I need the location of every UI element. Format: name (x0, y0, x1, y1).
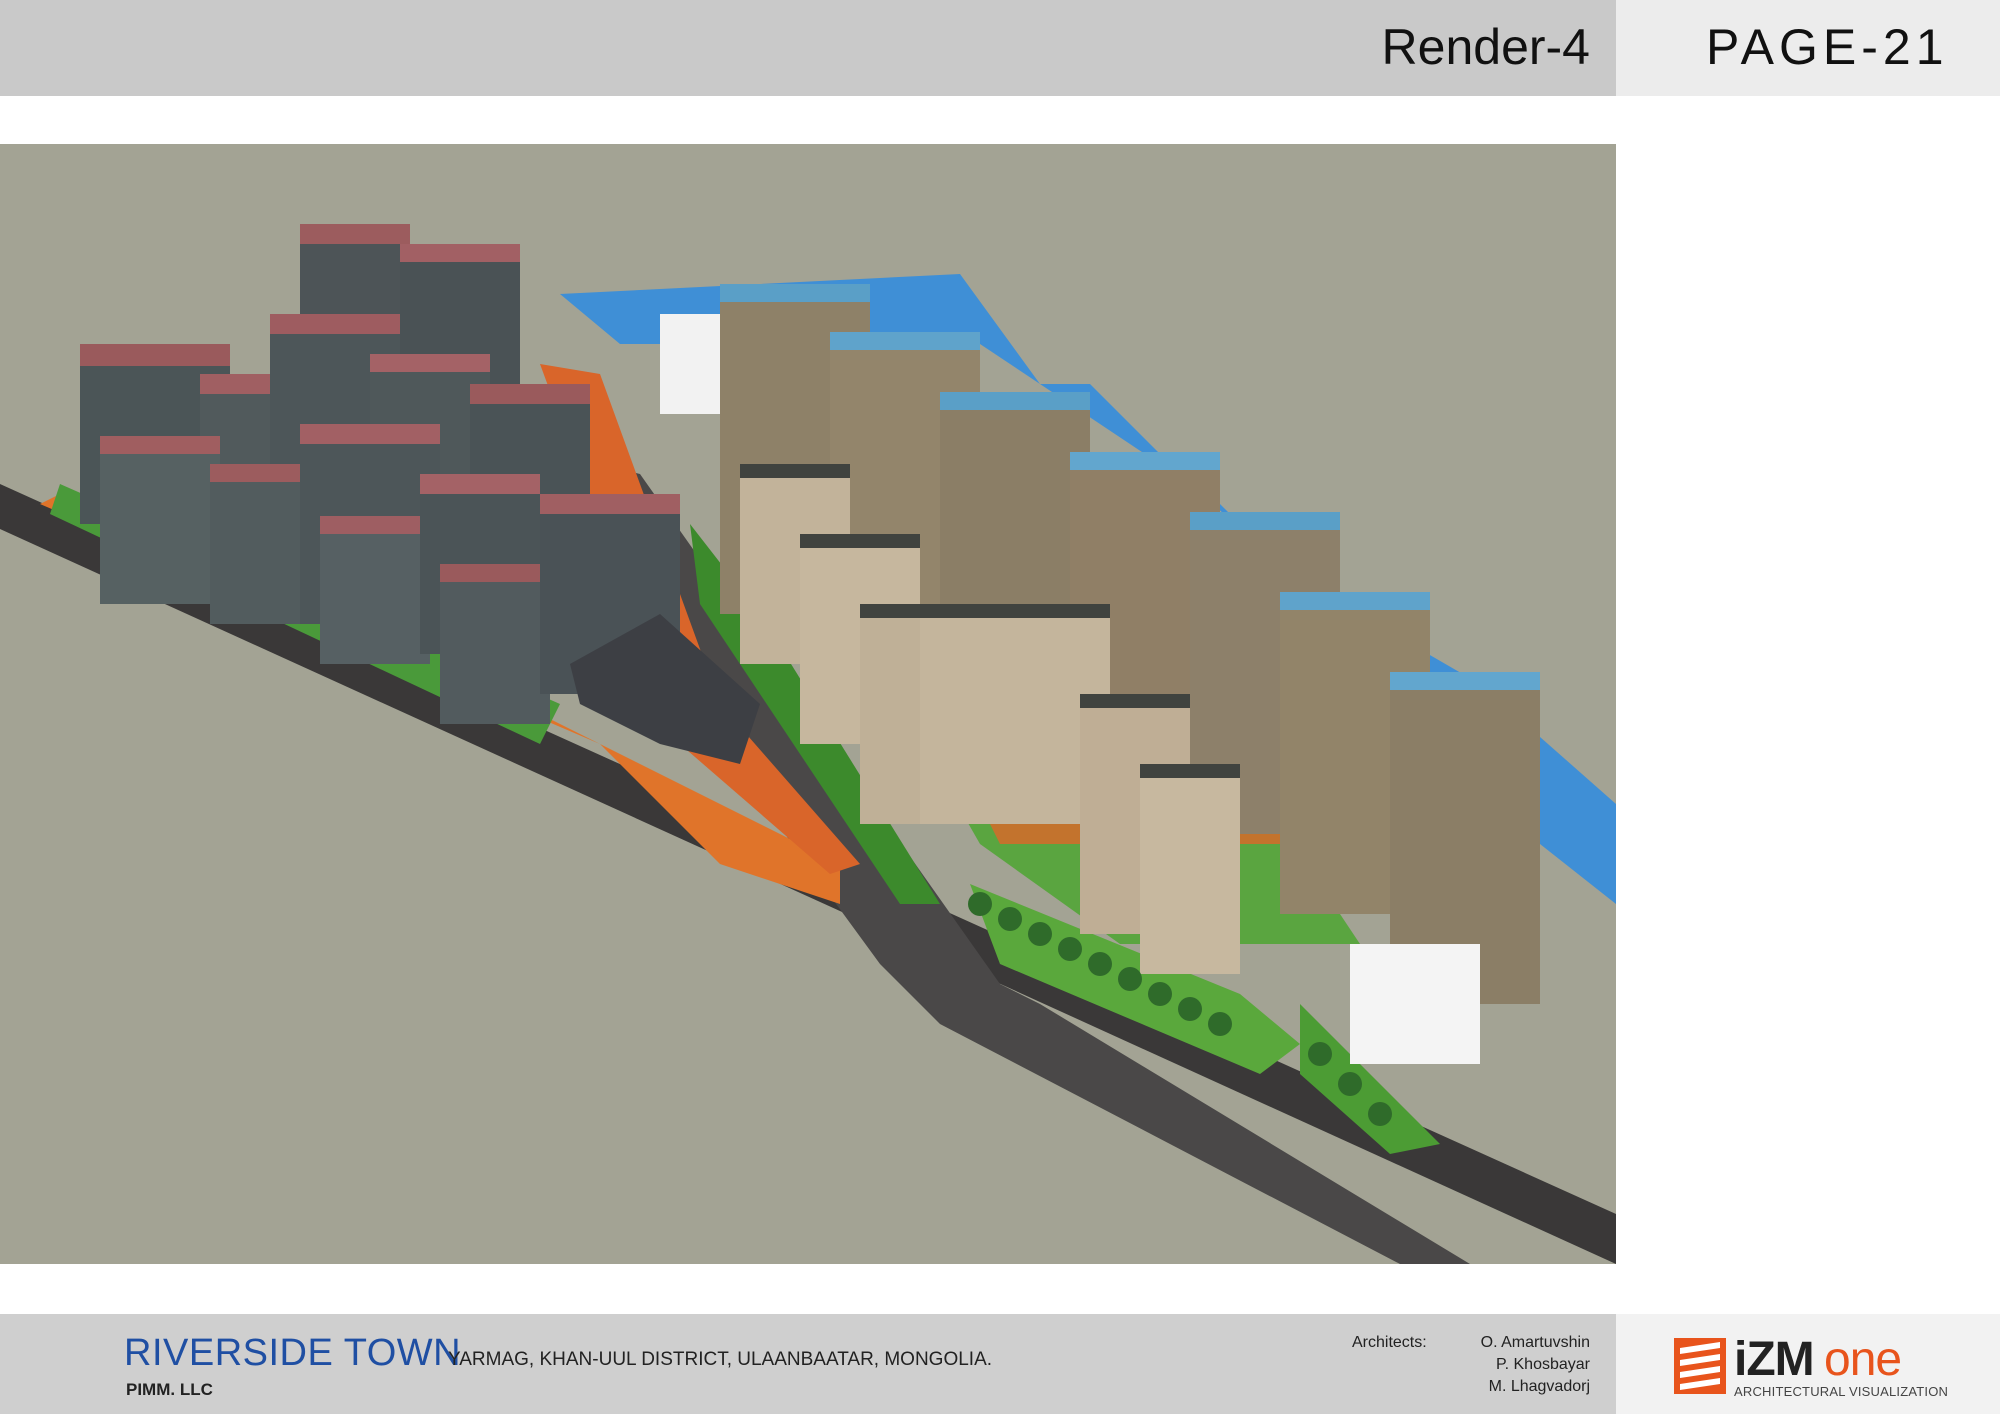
architects-label: Architects: (1352, 1334, 1427, 1351)
white-building-north (660, 314, 720, 414)
company-name: PIMM. LLC (126, 1380, 213, 1399)
architect-name: P. Khosbayar (1496, 1356, 1590, 1373)
site-render-svg (0, 224, 1616, 1264)
architect-name: M. Lhagvadorj (1488, 1378, 1590, 1395)
aerial-render-image (0, 144, 1616, 1264)
page-number: PAGE-21 (1706, 19, 1949, 75)
white-building-south (1350, 944, 1480, 1064)
project-name: RIVERSIDE TOWN (124, 1332, 462, 1374)
izmone-logo: iZM one ARCHITECTURAL VISUALIZATION (1674, 1333, 1954, 1400)
logo-text-izm: iZM (1734, 1333, 1815, 1386)
header-bar (0, 0, 1616, 96)
project-location: YARMAG, KHAN-UUL DISTRICT, ULAANBAATAR, … (448, 1349, 993, 1370)
logo-stripes-icon (1674, 1338, 1726, 1394)
logo-subtitle: ARCHITECTURAL VISUALIZATION (1734, 1384, 1949, 1399)
architect-name: O. Amartuvshin (1480, 1334, 1590, 1351)
render-title: Render-4 (1381, 19, 1590, 75)
logo-text-one: one (1824, 1333, 1902, 1386)
